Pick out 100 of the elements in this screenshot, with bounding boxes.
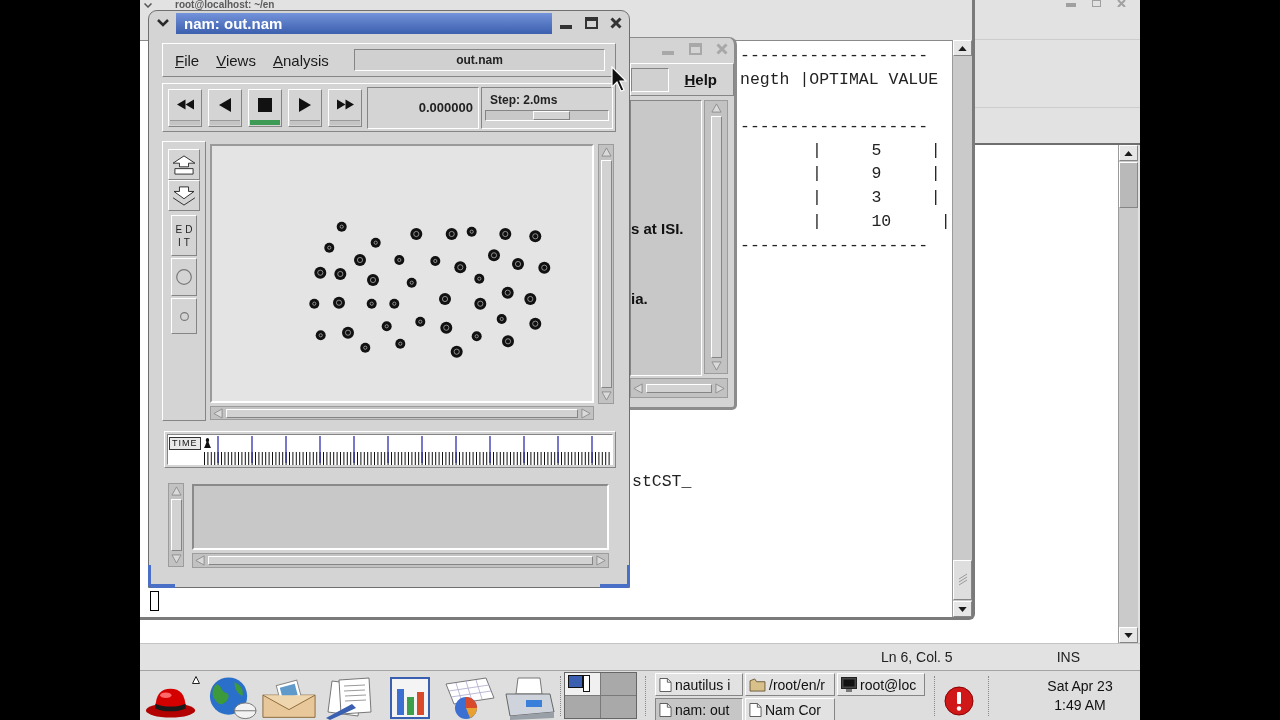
vertical-scrollbar[interactable]	[952, 40, 972, 617]
play-button[interactable]	[288, 88, 322, 127]
right-arrow-icon[interactable]	[715, 382, 725, 394]
menu-item[interactable]: File	[175, 52, 200, 68]
scrollbar-thumb[interactable]	[953, 560, 972, 600]
scrollbar-thumb[interactable]	[208, 556, 593, 565]
scrollbar-thumb[interactable]	[646, 383, 712, 393]
arrow-down-tray-icon	[172, 185, 196, 206]
vertical-scrollbar[interactable]	[704, 100, 728, 374]
workspace[interactable]	[565, 673, 600, 695]
rewind-icon	[176, 99, 194, 110]
fast-forward-icon	[336, 99, 354, 110]
task-button[interactable]: /root/en/r	[745, 673, 835, 696]
slider-thumb[interactable]	[203, 438, 211, 448]
table-header: negth |OPTIMAL VALUE	[740, 68, 939, 91]
right-arrow-icon[interactable]	[596, 555, 606, 566]
rewind-button[interactable]	[168, 88, 202, 127]
task-button[interactable]: Nam Cor	[745, 698, 835, 720]
play-backward-icon	[219, 97, 231, 112]
up-arrow-icon[interactable]	[1124, 150, 1133, 156]
horizontal-scrollbar[interactable]	[210, 406, 594, 420]
edit-button[interactable]: EDIT	[171, 215, 197, 256]
grip-icon[interactable]	[957, 573, 968, 587]
maximize-icon	[584, 17, 598, 29]
slider-thumb[interactable]	[532, 110, 570, 120]
right-arrow-icon[interactable]	[581, 407, 591, 419]
scrollbar-thumb[interactable]	[1119, 162, 1138, 208]
dashed-rule: -------------------	[740, 45, 929, 67]
zoom-out-button[interactable]	[168, 180, 200, 211]
annotation-list[interactable]	[192, 484, 609, 550]
minimize-icon	[662, 51, 674, 55]
up-arrow-icon[interactable]	[958, 45, 967, 51]
play-backward-button[interactable]	[208, 88, 242, 127]
menu-item[interactable]: Views	[216, 52, 256, 68]
scrollbar-thumb[interactable]	[600, 160, 612, 388]
mail-icon[interactable]	[261, 678, 317, 719]
chevron-down-icon	[156, 19, 169, 27]
dashed-rule: -------------------	[740, 234, 929, 257]
menu-item[interactable]: Help	[684, 72, 717, 87]
down-arrow-icon[interactable]	[1124, 632, 1133, 638]
console-text: ia.	[631, 290, 649, 308]
arrow-up-tray-icon	[172, 154, 196, 175]
menu-arrow-icon[interactable]	[192, 676, 200, 684]
document-icon	[749, 701, 762, 718]
folder-icon	[749, 677, 766, 692]
left-arrow-icon[interactable]	[633, 382, 643, 394]
scrollbar-thumb[interactable]	[170, 499, 182, 551]
task-button[interactable]: root@loc	[837, 673, 925, 696]
table-row-text: | 3 |	[812, 187, 941, 210]
close-icon[interactable]	[1117, 0, 1126, 7]
horizontal-scrollbar[interactable]	[630, 378, 728, 398]
maximize-icon	[688, 43, 702, 55]
zoom-in-button[interactable]	[168, 149, 200, 180]
stop-button[interactable]	[248, 88, 282, 127]
window-title: nam: out.nam	[184, 15, 283, 31]
vertical-scrollbar[interactable]	[168, 483, 184, 567]
scrollbar-thumb[interactable]	[710, 116, 722, 358]
monitor-icon	[841, 677, 857, 692]
circle-button[interactable]	[171, 258, 197, 296]
document-icon	[659, 676, 672, 693]
spreadsheet-icon[interactable]	[442, 675, 497, 720]
minimize-icon	[560, 25, 572, 29]
stop-icon	[258, 97, 272, 112]
left-arrow-icon[interactable]	[195, 555, 205, 566]
printer-icon[interactable]	[502, 675, 555, 720]
insert-mode: INS	[1056, 647, 1080, 667]
left-arrow-icon[interactable]	[213, 407, 223, 419]
text-field[interactable]	[631, 67, 669, 92]
text-cursor	[150, 590, 159, 611]
vertical-scrollbar[interactable]	[598, 144, 614, 404]
chevron-down-icon[interactable]	[144, 2, 152, 8]
maximize-icon[interactable]	[1092, 0, 1101, 7]
close-icon	[716, 43, 728, 55]
table-row-text: | 5 |	[812, 139, 941, 162]
horizontal-scrollbar[interactable]	[192, 553, 609, 568]
time-display: 0.000000	[367, 86, 479, 129]
fast-forward-button[interactable]	[328, 88, 362, 127]
menu-item[interactable]: Analysis	[272, 52, 329, 68]
time-label: TIME	[169, 437, 201, 450]
bar-chart-icon[interactable]	[390, 676, 430, 719]
down-arrow-icon[interactable]	[958, 606, 967, 612]
task-button[interactable]: nautilus i	[655, 673, 743, 696]
terminal-text: stCST_	[632, 471, 692, 494]
clock-time: 1:49 AM	[1054, 695, 1106, 715]
resize-grip[interactable]	[148, 565, 175, 588]
table-row-text: | 9 |	[812, 163, 941, 186]
table-row-text: | 10 |	[812, 210, 951, 233]
window-title: root@localhost: ~/en	[175, 0, 275, 10]
small-circle-button[interactable]	[171, 298, 197, 334]
cursor-position: Ln 6, Col. 5	[881, 647, 953, 667]
alert-icon[interactable]	[944, 685, 974, 716]
scrollbar-thumb[interactable]	[226, 408, 578, 418]
vertical-scrollbar[interactable]	[1118, 145, 1138, 643]
file-name-label: out.nam	[354, 49, 605, 71]
step-slider[interactable]	[485, 109, 609, 121]
window-thumbnails-icon	[568, 675, 590, 692]
resize-grip[interactable]	[600, 565, 630, 588]
close-icon	[610, 17, 622, 29]
play-icon	[299, 97, 311, 112]
task-button[interactable]: nam: out	[655, 698, 743, 720]
